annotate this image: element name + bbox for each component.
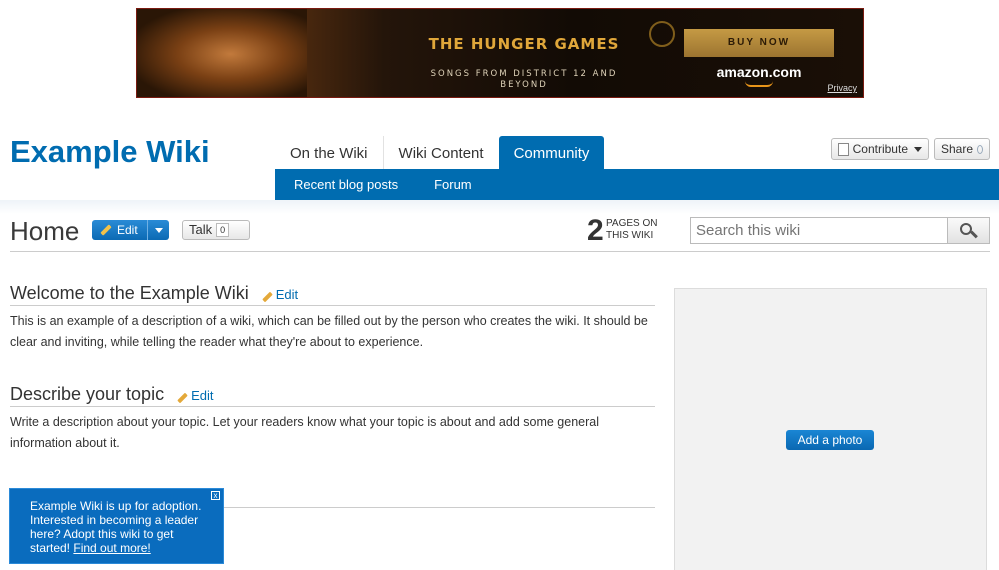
- header-divider: [10, 251, 990, 252]
- tab-wiki-content[interactable]: Wiki Content: [382, 136, 499, 169]
- photo-placeholder: [674, 288, 987, 570]
- wiki-title[interactable]: Example Wiki: [10, 134, 210, 170]
- edit-dropdown[interactable]: [147, 220, 169, 240]
- ad-banner[interactable]: THE HUNGER GAMES SONGS FROM DISTRICT 12 …: [136, 8, 864, 98]
- subnav-forum[interactable]: Forum: [434, 177, 472, 192]
- search-button[interactable]: [947, 218, 989, 243]
- tab-on-the-wiki[interactable]: On the Wiki: [275, 136, 383, 169]
- contribute-label: Contribute: [852, 142, 908, 156]
- ad-privacy-link[interactable]: Privacy: [827, 83, 857, 93]
- adoption-link[interactable]: Find out more!: [73, 541, 150, 555]
- section-heading-topic: Describe your topic Edit: [10, 384, 655, 407]
- pencil-icon: [177, 392, 188, 404]
- pages-count: 2: [587, 214, 604, 247]
- section-title: Welcome to the Example Wiki: [10, 283, 249, 303]
- mockingjay-icon: [649, 21, 675, 47]
- talk-label: Talk: [189, 222, 213, 237]
- subnav-bar: Recent blog posts Forum: [275, 169, 999, 200]
- ad-buy-button[interactable]: BUY NOW: [684, 29, 834, 57]
- share-icon: [977, 144, 983, 154]
- close-icon[interactable]: x: [211, 491, 220, 500]
- pages-label: PAGES ON THIS WIKI: [606, 218, 658, 242]
- section-edit-link[interactable]: Edit: [177, 388, 214, 404]
- edit-button[interactable]: Edit: [92, 220, 169, 240]
- pages-label-line2: THIS WIKI: [606, 230, 654, 241]
- subnav-recent-blog-posts[interactable]: Recent blog posts: [294, 177, 398, 192]
- document-icon: [838, 142, 849, 156]
- section-edit-link[interactable]: Edit: [261, 287, 299, 303]
- add-photo-button[interactable]: Add a photo: [786, 430, 874, 450]
- section-body-topic: Write a description about your topic. Le…: [10, 415, 599, 450]
- nav-tabs: On the Wiki Wiki Content Community: [275, 136, 605, 169]
- search-icon-handle: [970, 230, 978, 239]
- ad-image: [137, 9, 307, 97]
- section-edit-label: Edit: [191, 388, 214, 403]
- edit-button-main[interactable]: Edit: [92, 223, 147, 237]
- chevron-down-icon: [154, 227, 163, 233]
- amazon-smile-icon: [745, 81, 773, 87]
- contribute-button[interactable]: Contribute: [831, 138, 929, 160]
- section-heading-welcome: Welcome to the Example Wiki Edit: [10, 283, 655, 306]
- talk-count-badge: 0: [216, 223, 230, 237]
- ad-subtitle: SONGS FROM DISTRICT 12 AND BEYOND: [430, 69, 618, 90]
- section-body-welcome: This is an example of a description of a…: [10, 314, 648, 349]
- page-title: Home: [10, 216, 80, 246]
- talk-button[interactable]: Talk 0: [182, 220, 250, 240]
- pencil-icon: [261, 291, 273, 303]
- pencil-icon: [100, 224, 112, 236]
- ad-brand: amazon.com: [716, 64, 802, 80]
- share-label: Share: [941, 142, 974, 156]
- page-header-background: [0, 200, 999, 214]
- edit-label: Edit: [117, 223, 138, 237]
- pages-label-line1: PAGES ON: [606, 218, 658, 229]
- chevron-down-icon: [914, 146, 922, 152]
- section-edit-label: Edit: [275, 287, 299, 302]
- share-button[interactable]: Share: [934, 138, 990, 160]
- tab-community[interactable]: Community: [498, 136, 605, 169]
- search-input[interactable]: [691, 218, 947, 243]
- search-box: [690, 217, 990, 244]
- ad-title: THE HUNGER GAMES: [428, 35, 620, 53]
- section-title: Describe your topic: [10, 384, 165, 404]
- adoption-notification: Example Wiki is up for adoption. Interes…: [9, 488, 224, 564]
